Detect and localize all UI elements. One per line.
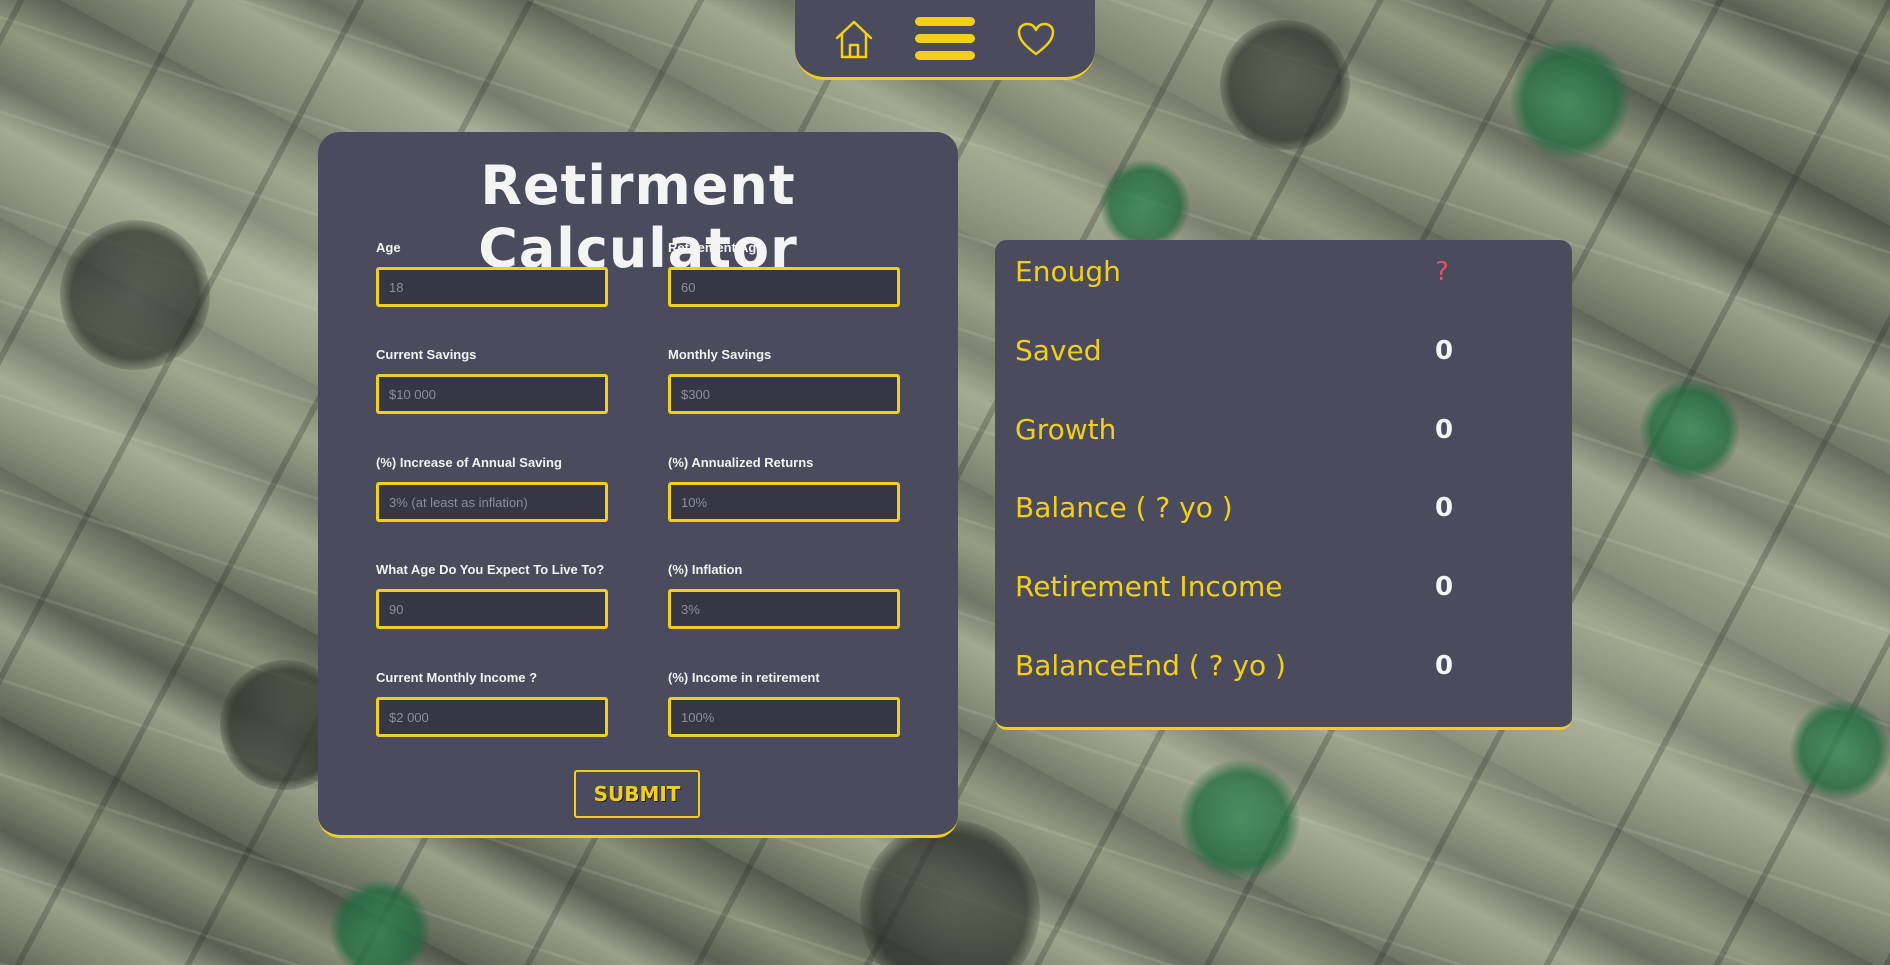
annualized-returns-field: (%) Annualized Returns: [668, 455, 900, 522]
result-row-enough: Enough ?: [1015, 255, 1555, 295]
result-label: Growth: [1015, 413, 1117, 446]
background-portrait: [1220, 20, 1350, 150]
result-value: 0: [1435, 572, 1454, 602]
background-portrait: [60, 220, 210, 370]
saving-increase-input[interactable]: [376, 482, 608, 522]
result-value: 0: [1435, 493, 1454, 523]
age-label: Age: [376, 240, 401, 255]
inflation-label: (%) Inflation: [668, 562, 743, 577]
background-seal: [1180, 760, 1300, 880]
result-value: 0: [1435, 336, 1454, 366]
retirement-age-label: Retirement Age: [668, 240, 764, 255]
result-label: BalanceEnd ( ? yo ): [1015, 649, 1286, 682]
result-label: Saved: [1015, 334, 1102, 367]
life-expectancy-label: What Age Do You Expect To Live To?: [376, 562, 605, 577]
retirement-income-label: (%) Income in retirement: [668, 670, 820, 685]
result-row-balance-end: BalanceEnd ( ? yo ) 0: [1015, 649, 1555, 689]
submit-button[interactable]: SUBMIT: [574, 770, 700, 818]
background-seal: [330, 880, 430, 965]
life-expectancy-field: What Age Do You Expect To Live To?: [376, 562, 608, 629]
menu-button[interactable]: [914, 14, 976, 64]
background-seal: [1510, 40, 1630, 160]
retirement-income-input[interactable]: [668, 697, 900, 737]
result-row-growth: Growth 0: [1015, 413, 1555, 453]
home-button[interactable]: [834, 18, 874, 60]
life-expectancy-input[interactable]: [376, 589, 608, 629]
monthly-savings-input[interactable]: [668, 374, 900, 414]
result-label: Balance ( ? yo ): [1015, 491, 1233, 524]
monthly-income-label: Current Monthly Income ?: [376, 670, 538, 685]
age-input[interactable]: [376, 267, 608, 307]
background-portrait: [860, 820, 1040, 965]
annualized-returns-label: (%) Annualized Returns: [668, 455, 814, 470]
background-seal: [1640, 380, 1740, 480]
background-seal: [1100, 160, 1190, 250]
monthly-income-input[interactable]: [376, 697, 608, 737]
result-row-saved: Saved 0: [1015, 334, 1555, 374]
heart-icon: [1017, 22, 1055, 55]
result-value: ?: [1435, 257, 1449, 287]
result-row-balance: Balance ( ? yo ) 0: [1015, 491, 1555, 531]
retirement-income-field: (%) Income in retirement: [668, 670, 900, 737]
current-savings-input[interactable]: [376, 374, 608, 414]
home-icon: [835, 20, 873, 58]
result-label: Enough: [1015, 255, 1121, 288]
result-value: 0: [1435, 415, 1454, 445]
retirement-age-field: Retirement Age: [668, 240, 900, 307]
result-value: 0: [1435, 651, 1454, 681]
result-label: Retirement Income: [1015, 570, 1283, 603]
current-savings-label: Current Savings: [376, 347, 477, 362]
top-nav: [795, 0, 1095, 80]
results-panel: Enough ? Saved 0 Growth 0 Balance ( ? yo…: [995, 240, 1572, 730]
result-row-retirement-income: Retirement Income 0: [1015, 570, 1555, 610]
background-seal: [1790, 700, 1890, 800]
monthly-savings-field: Monthly Savings: [668, 347, 900, 414]
calculator-form: Retirment Calculator Age Retirement Age …: [318, 132, 958, 838]
saving-increase-label: (%) Increase of Annual Saving: [376, 455, 562, 470]
annualized-returns-input[interactable]: [668, 482, 900, 522]
inflation-input[interactable]: [668, 589, 900, 629]
favorite-button[interactable]: [1016, 21, 1056, 57]
current-savings-field: Current Savings: [376, 347, 608, 414]
retirement-age-input[interactable]: [668, 267, 900, 307]
inflation-field: (%) Inflation: [668, 562, 900, 629]
monthly-savings-label: Monthly Savings: [668, 347, 772, 362]
monthly-income-field: Current Monthly Income ?: [376, 670, 608, 737]
saving-increase-field: (%) Increase of Annual Saving: [376, 455, 608, 522]
age-field: Age: [376, 240, 608, 307]
hamburger-menu-icon: [915, 16, 975, 60]
